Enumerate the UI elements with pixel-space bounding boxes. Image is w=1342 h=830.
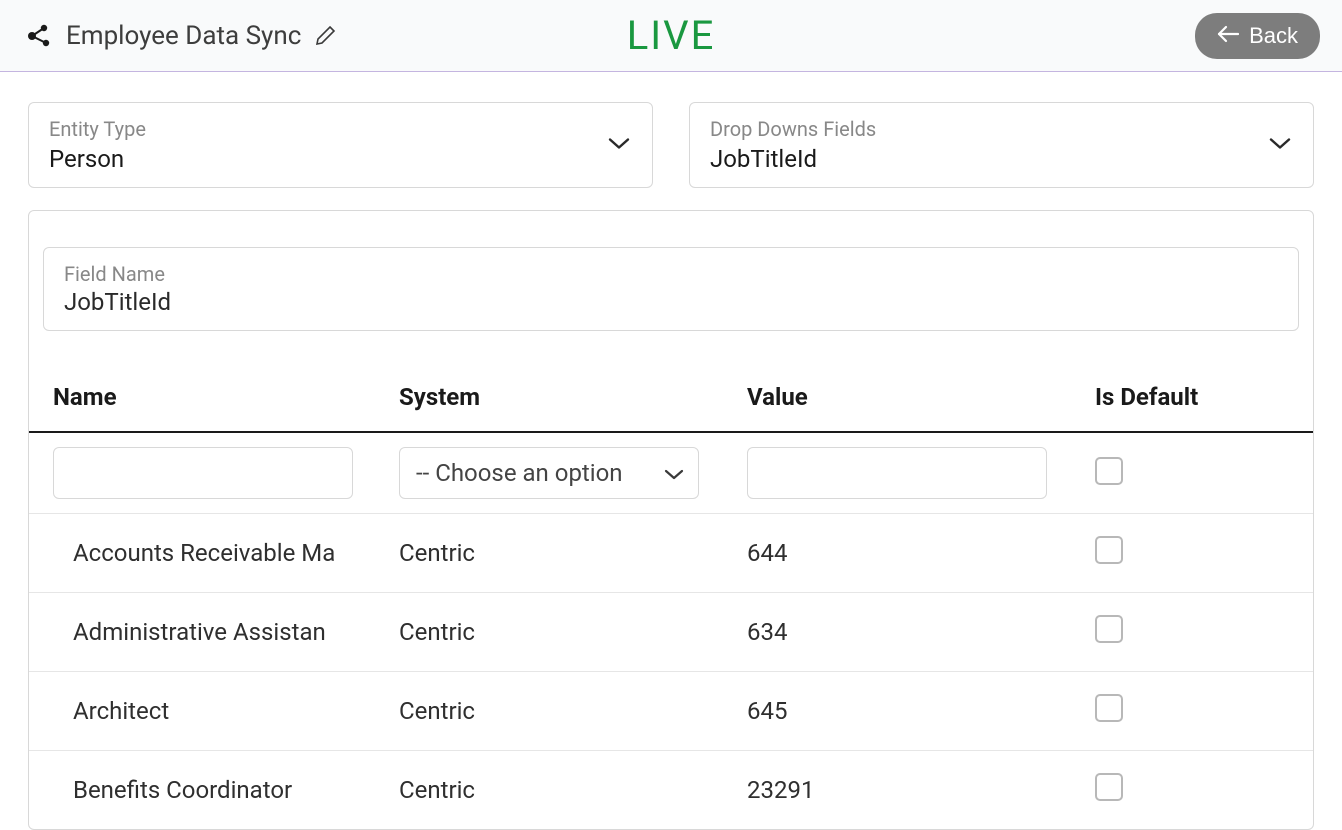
table-wrapper: Name System Value Is Default -- Choose (29, 355, 1313, 829)
chevron-down-icon (608, 136, 630, 155)
entity-type-value: Person (49, 145, 632, 173)
back-button-label: Back (1249, 23, 1298, 49)
dropdown-fields-label: Drop Downs Fields (710, 117, 1293, 141)
row-name: Benefits Coordinator (29, 751, 375, 830)
table-row: Administrative Assistan Centric 634 (29, 593, 1313, 672)
entity-type-label: Entity Type (49, 117, 632, 141)
row-system: Centric (375, 751, 723, 830)
row-value: 645 (723, 672, 1071, 751)
is-default-checkbox[interactable] (1095, 773, 1123, 801)
row-value: 644 (723, 514, 1071, 593)
row-system: Centric (375, 593, 723, 672)
row-name: Architect (29, 672, 375, 751)
table-row: Benefits Coordinator Centric 23291 (29, 751, 1313, 830)
dropdown-fields-value: JobTitleId (710, 145, 1293, 173)
value-filter-input[interactable] (747, 447, 1047, 499)
header-bar: Employee Data Sync LIVE Back (0, 0, 1342, 72)
table-row: Accounts Receivable Ma Centric 644 (29, 514, 1313, 593)
chevron-down-icon (664, 459, 684, 487)
row-system: Centric (375, 514, 723, 593)
header-title: Employee Data Sync (66, 21, 301, 51)
system-filter-select[interactable]: -- Choose an option (399, 447, 699, 499)
arrow-left-icon (1217, 23, 1239, 49)
back-button[interactable]: Back (1195, 13, 1320, 59)
table-filter-row: -- Choose an option (29, 432, 1313, 514)
row-system: Centric (375, 672, 723, 751)
field-name-value: JobTitleId (64, 288, 1278, 316)
status-badge: LIVE (627, 12, 716, 59)
col-header-name[interactable]: Name (29, 355, 375, 432)
col-header-value[interactable]: Value (723, 355, 1071, 432)
field-name-input[interactable]: Field Name JobTitleId (43, 247, 1299, 331)
is-default-filter-checkbox[interactable] (1095, 457, 1123, 485)
dropdown-fields-select[interactable]: Drop Downs Fields JobTitleId (689, 102, 1314, 188)
data-table: Name System Value Is Default -- Choose (29, 355, 1313, 829)
table-row: Architect Centric 645 (29, 672, 1313, 751)
system-filter-placeholder: -- Choose an option (416, 459, 623, 487)
name-filter-input[interactable] (53, 447, 353, 499)
row-name: Administrative Assistan (29, 593, 375, 672)
row-value: 23291 (723, 751, 1071, 830)
content-area: Entity Type Person Drop Downs Fields Job… (0, 72, 1342, 830)
header-left: Employee Data Sync (22, 21, 337, 51)
entity-type-select[interactable]: Entity Type Person (28, 102, 653, 188)
row-value: 634 (723, 593, 1071, 672)
col-header-system[interactable]: System (375, 355, 723, 432)
is-default-checkbox[interactable] (1095, 615, 1123, 643)
edit-icon[interactable] (313, 24, 337, 48)
main-panel: Field Name JobTitleId Name System Value … (28, 210, 1314, 830)
row-name: Accounts Receivable Ma (29, 514, 375, 593)
is-default-checkbox[interactable] (1095, 536, 1123, 564)
is-default-checkbox[interactable] (1095, 694, 1123, 722)
selector-row: Entity Type Person Drop Downs Fields Job… (28, 102, 1314, 188)
app-logo-icon (22, 22, 54, 50)
col-header-is-default[interactable]: Is Default (1071, 355, 1313, 432)
chevron-down-icon (1269, 136, 1291, 155)
field-name-label: Field Name (64, 262, 1278, 286)
